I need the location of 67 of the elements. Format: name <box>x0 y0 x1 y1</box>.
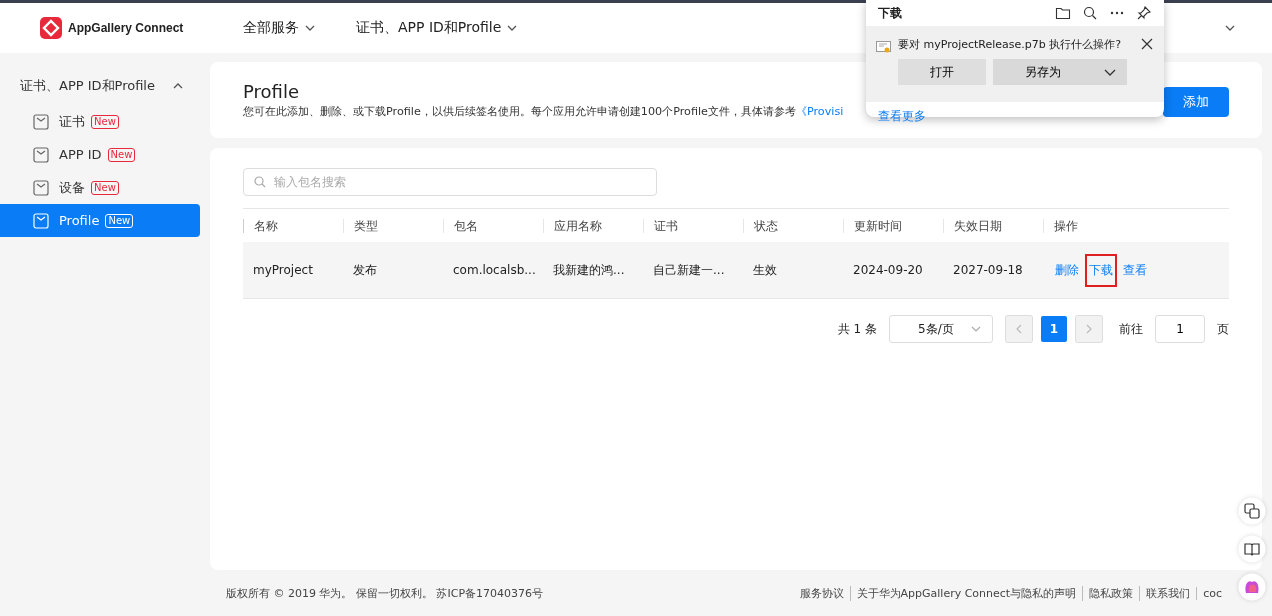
tray-icon <box>33 146 49 163</box>
footer-link[interactable]: 服务协议 <box>793 585 850 601</box>
table-cell-text: 自己新建一... <box>652 261 726 279</box>
search-field[interactable]: 输入包名搜索 <box>243 168 657 196</box>
column-header: 失效日期 <box>943 218 1043 233</box>
download-prompt: 要对 myProjectRelease.p7b 执行什么操作? <box>898 36 1122 52</box>
page-input[interactable]: 1 <box>1155 315 1205 343</box>
tray-icon <box>33 179 49 196</box>
tray-icon <box>33 113 49 130</box>
open-button[interactable]: 打开 <box>898 59 986 85</box>
pin-icon[interactable] <box>1136 5 1152 21</box>
sidebar-item[interactable]: Profile New <box>0 204 200 237</box>
footer-link[interactable]: coc <box>1196 586 1228 600</box>
page-suffix: 页 <box>1217 320 1229 338</box>
column-header: 类型 <box>343 218 443 233</box>
table-cell-text: myProject <box>252 263 314 277</box>
nav-menu[interactable]: 全部服务 <box>243 19 316 37</box>
nav-menu[interactable]: 证书、APP ID和Profile <box>356 19 519 37</box>
column-header: 应用名称 <box>543 218 643 233</box>
tray-icon <box>33 212 49 229</box>
footer-link[interactable]: 关于华为AppGallery Connect与隐私的声明 <box>849 585 1083 601</box>
action-link[interactable]: 下载 <box>1085 253 1117 287</box>
search-icon[interactable] <box>1082 5 1098 21</box>
total-count: 共 1 条 <box>837 320 877 338</box>
new-badge: New <box>91 114 119 129</box>
new-badge: New <box>105 213 134 228</box>
page-number[interactable]: 1 <box>1041 316 1067 342</box>
sidebar-item[interactable]: APP ID New <box>0 138 200 171</box>
sidebar-item[interactable]: 证书 New <box>0 105 200 138</box>
table-cell-text: 2024-09-20 <box>852 263 924 277</box>
new-badge: New <box>91 180 119 195</box>
table-cell-text: 生效 <box>752 261 778 279</box>
column-header: 包名 <box>443 218 543 233</box>
logo-icon <box>40 17 62 39</box>
description: 您可在此添加、删除、或下载Profile，以供后续签名使用。每个应用允许申请创建100个Profile文件，具体请参考 <box>243 105 796 118</box>
table-cell-text: 2027-09-18 <box>952 263 1024 277</box>
panel-title: 下载 <box>878 4 902 22</box>
add-button[interactable]: 添加 <box>1163 87 1229 117</box>
page-title: Profile <box>243 81 300 102</box>
new-badge: New <box>107 147 136 162</box>
copyright-text: 版权所有 © 2019 华为。 保留一切权利。 苏ICP备17040376号 <box>226 585 544 601</box>
table-cell-text: 发布 <box>352 261 378 279</box>
sidebar-group[interactable]: 证书、APP ID和Profile <box>0 73 200 99</box>
column-header: 状态 <box>743 218 843 233</box>
column-header: 更新时间 <box>843 218 943 233</box>
table-cell-text: com.localsb... <box>452 263 537 277</box>
goto-label: 前往 <box>1119 320 1143 338</box>
action-link[interactable]: 删除 <box>1053 255 1081 285</box>
guide-link[interactable]: 《Provisi <box>795 105 844 118</box>
see-more-link[interactable]: 查看更多 <box>878 108 926 125</box>
search-icon <box>254 176 266 188</box>
action-link[interactable]: 查看 <box>1121 255 1149 285</box>
app-name: AppGallery Connect <box>68 21 184 35</box>
certificate-file-icon <box>876 40 892 54</box>
assistant-icon <box>1238 573 1266 601</box>
column-header: 名称 <box>243 218 343 233</box>
column-header: 证书 <box>643 218 743 233</box>
folder-icon[interactable] <box>1055 5 1071 21</box>
table-cell-text: 我新建的鸿... <box>552 261 626 279</box>
close-icon[interactable] <box>1140 37 1154 51</box>
save-as-button[interactable]: 另存为 <box>993 59 1093 85</box>
search-input[interactable]: 输入包名搜索 <box>272 174 656 190</box>
column-header: 操作 <box>1043 218 1229 233</box>
page-size-select[interactable]: 5条/页 <box>889 315 993 343</box>
footer-link[interactable]: 联系我们 <box>1139 585 1197 601</box>
footer-link[interactable]: 隐私政策 <box>1082 585 1140 601</box>
sidebar-item[interactable]: 设备 New <box>0 171 200 204</box>
